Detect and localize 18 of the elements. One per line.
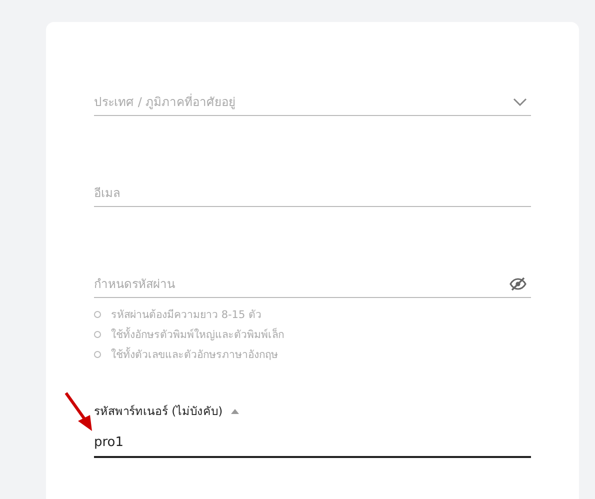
bullet-icon <box>94 350 101 358</box>
select-placeholder: ประเทศ / ภูมิภาคที่อาศัยอยู่ <box>94 92 236 111</box>
field-placeholder: กำหนดรหัสผ่าน <box>94 276 175 293</box>
password-hint: รหัสผ่านต้องมีความยาว 8-15 ตัว <box>111 308 262 322</box>
country-select[interactable]: ประเทศ / ภูมิภาคที่อาศัยอยู่ <box>94 88 531 116</box>
eye-slash-icon[interactable] <box>509 276 527 292</box>
field-label: รหัสพาร์ทเนอร์ (ไม่บังคับ) <box>94 403 223 420</box>
password-hint: ใช้ทั้งอักษรตัวพิมพ์ใหญ่และตัวพิมพ์เล็ก <box>111 326 284 342</box>
password-field[interactable]: กำหนดรหัสผ่าน <box>94 270 531 298</box>
caret-up-icon[interactable] <box>230 408 239 414</box>
bullet-icon <box>94 310 101 318</box>
password-hint: ใช้ทั้งตัวเลขและตัวอักษรภาษาอังกฤษ <box>111 346 278 362</box>
field-placeholder: อีเมล <box>94 185 120 202</box>
field-value: pro1 <box>94 434 124 450</box>
email-field[interactable]: อีเมล <box>94 179 531 207</box>
chevron-down-icon <box>513 98 527 106</box>
partner-code-field[interactable]: pro1 <box>94 428 531 458</box>
bullet-icon <box>94 330 101 338</box>
